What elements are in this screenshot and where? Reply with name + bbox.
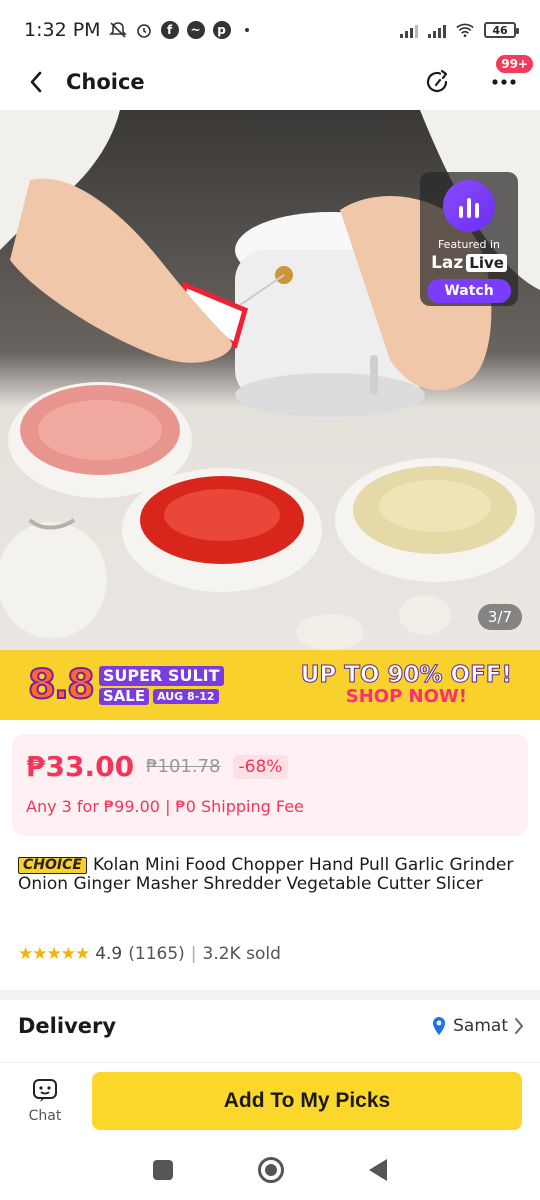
rating-value: 4.9 — [95, 944, 123, 964]
lazlive-brand-right: Live — [466, 254, 507, 272]
home-button[interactable] — [257, 1157, 284, 1183]
back-nav-button[interactable] — [369, 1159, 388, 1181]
status-bar: 1:32 PM f ~ p 46 — [0, 0, 540, 60]
product-title: CHOICE Kolan Mini Food Chopper Hand Pull … — [18, 856, 524, 894]
messenger-icon: ~ — [186, 21, 205, 39]
status-notification-icons: f ~ p — [108, 21, 249, 39]
signal-icon — [428, 22, 446, 38]
notification-badge: 99+ — [495, 54, 534, 74]
sale-label: SALE — [98, 687, 150, 705]
app-header: Choice 99+ — [0, 54, 540, 108]
delivery-title: Delivery — [18, 1014, 117, 1038]
sale-line1: SUPER SULIT — [98, 665, 224, 686]
location-pin-icon — [433, 1017, 446, 1035]
rating-separator: | — [190, 944, 197, 964]
current-price: ₱33.00 — [26, 750, 135, 783]
chat-button[interactable]: Chat — [24, 1078, 66, 1124]
share-button[interactable] — [422, 66, 454, 98]
back-button[interactable] — [20, 66, 52, 98]
battery-icon: 46 — [484, 22, 519, 38]
sale-banner[interactable]: 8.8 SUPER SULIT SALE AUG 8-12 UP TO 90% … — [0, 650, 540, 720]
status-time: 1:32 PM — [24, 19, 101, 41]
lazlive-logo-icon — [443, 180, 495, 232]
product-title-text: Kolan Mini Food Chopper Hand Pull Garlic… — [18, 855, 514, 894]
original-price: ₱101.78 — [146, 756, 221, 777]
more-notifications-dot — [244, 28, 249, 32]
delivery-location-text: Samat — [453, 1016, 508, 1036]
image-counter: 3/7 — [477, 604, 522, 630]
lazlive-brand: Laz Live — [431, 253, 507, 273]
sale-event-logo: 8.8 — [27, 661, 96, 709]
watch-live-button[interactable]: Watch — [427, 279, 511, 303]
shop-now-link[interactable]: SHOP NOW! — [301, 687, 512, 707]
chat-icon — [33, 1078, 57, 1102]
chevron-right-icon — [515, 1018, 524, 1034]
more-button[interactable]: 99+ — [488, 54, 534, 98]
sale-line2: SALE AUG 8-12 — [98, 687, 224, 705]
signal-icon — [400, 22, 418, 38]
wifi-icon — [456, 21, 474, 39]
lazlive-card[interactable]: Featured in Laz Live Watch — [420, 172, 518, 306]
add-to-picks-button[interactable]: Add To My Picks — [92, 1071, 522, 1130]
chat-label: Chat — [28, 1107, 62, 1124]
product-image[interactable]: Featured in Laz Live Watch — [0, 110, 540, 650]
recent-apps-button[interactable] — [152, 1160, 173, 1180]
rating-row[interactable]: ★★★★★ 4.9 (1165) | 3.2K sold — [18, 944, 281, 964]
system-nav-bar — [0, 1140, 540, 1200]
price-row: ₱33.00 ₱101.78 -68% — [26, 750, 514, 783]
review-count: (1165) — [128, 944, 185, 964]
sold-count: 3.2K sold — [202, 944, 281, 964]
lazlive-featured-text: Featured in — [437, 238, 501, 251]
section-divider — [0, 990, 540, 1000]
header-actions: 99+ — [422, 54, 534, 98]
status-system-icons: 46 — [400, 21, 519, 39]
sale-event-text: SUPER SULIT SALE AUG 8-12 — [98, 665, 224, 705]
promo-text[interactable]: Any 3 for ₱99.00 | ₱0 Shipping Fee — [26, 797, 514, 816]
price-box: ₱33.00 ₱101.78 -68% Any 3 for ₱99.00 | ₱… — [12, 734, 528, 836]
more-dots-icon — [492, 79, 516, 85]
sale-offer: UP TO 90% OFF! SHOP NOW! — [300, 662, 512, 707]
facebook-icon: f — [160, 21, 179, 39]
sale-dates: AUG 8-12 — [153, 688, 219, 704]
page-title: Choice — [66, 70, 145, 94]
star-rating-icon: ★★★★★ — [18, 944, 90, 964]
discount-badge: -68% — [232, 754, 289, 779]
mute-icon — [108, 21, 127, 39]
bottom-action-bar: Chat Add To My Picks — [0, 1062, 540, 1138]
delivery-row[interactable]: Delivery Samat — [18, 1014, 524, 1038]
pinterest-icon: p — [212, 21, 231, 39]
lazlive-brand-left: Laz — [431, 253, 464, 273]
sale-headline: UP TO 90% OFF! — [300, 662, 512, 689]
share-icon — [426, 69, 448, 93]
choice-tag: CHOICE — [18, 857, 87, 874]
delivery-location[interactable]: Samat — [431, 1016, 524, 1036]
alarm-icon — [135, 21, 153, 39]
chevron-left-icon — [30, 71, 42, 93]
